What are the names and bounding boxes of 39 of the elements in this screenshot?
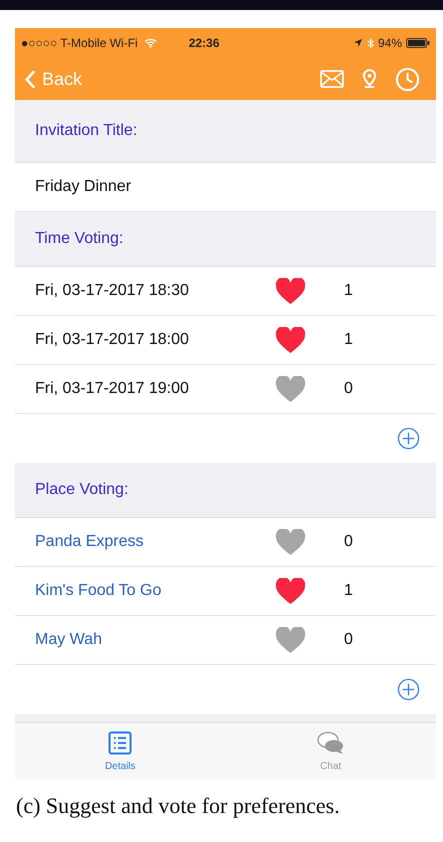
location-arrow-icon bbox=[352, 38, 363, 48]
clock-time: 22:36 bbox=[188, 36, 220, 50]
add-icon[interactable] bbox=[397, 678, 420, 701]
mail-icon[interactable] bbox=[320, 70, 344, 88]
battery-icon bbox=[406, 38, 430, 48]
vote-count: 1 bbox=[344, 282, 353, 300]
carrier-label: ●○○○○ T-Mobile Wi-Fi bbox=[21, 36, 138, 50]
vote-count: 0 bbox=[344, 631, 353, 649]
bluetooth-icon bbox=[366, 38, 374, 48]
vote-count: 1 bbox=[344, 331, 353, 349]
chat-bubbles-icon bbox=[316, 730, 345, 754]
time-option: Fri, 03-17-2017 19:00 bbox=[35, 380, 275, 398]
map-pin-icon[interactable] bbox=[362, 68, 377, 90]
section-header: Invitation Title: bbox=[35, 122, 138, 140]
wifi-icon bbox=[144, 38, 157, 48]
time-option: Fri, 03-17-2017 18:00 bbox=[35, 331, 275, 349]
section-header: Place Voting: bbox=[35, 481, 128, 499]
figure-caption: (c) Suggest and vote for preferences. bbox=[15, 793, 341, 819]
section-header: Time Voting: bbox=[35, 230, 124, 248]
battery-percent: 94% bbox=[378, 36, 402, 50]
clock-icon[interactable] bbox=[395, 66, 420, 92]
invitation-title-value: Friday Dinner bbox=[35, 178, 132, 196]
heart-icon[interactable] bbox=[275, 626, 306, 654]
list-icon bbox=[108, 730, 132, 754]
heart-icon[interactable] bbox=[275, 278, 306, 304]
heart-icon[interactable] bbox=[275, 528, 306, 556]
place-option[interactable]: May Wah bbox=[35, 631, 275, 649]
heart-icon[interactable] bbox=[275, 376, 306, 402]
tab[interactable]: Details bbox=[15, 723, 226, 779]
time-option: Fri, 03-17-2017 18:30 bbox=[35, 282, 275, 300]
place-option[interactable]: Kim's Food To Go bbox=[35, 582, 275, 600]
heart-icon[interactable] bbox=[275, 578, 306, 604]
vote-count: 1 bbox=[344, 582, 353, 600]
vote-count: 0 bbox=[344, 533, 353, 551]
add-icon[interactable] bbox=[397, 427, 420, 450]
vote-count: 0 bbox=[344, 380, 353, 398]
chevron-left-icon bbox=[25, 70, 36, 88]
heart-icon[interactable] bbox=[275, 326, 306, 354]
place-option[interactable]: Panda Express bbox=[35, 533, 275, 551]
